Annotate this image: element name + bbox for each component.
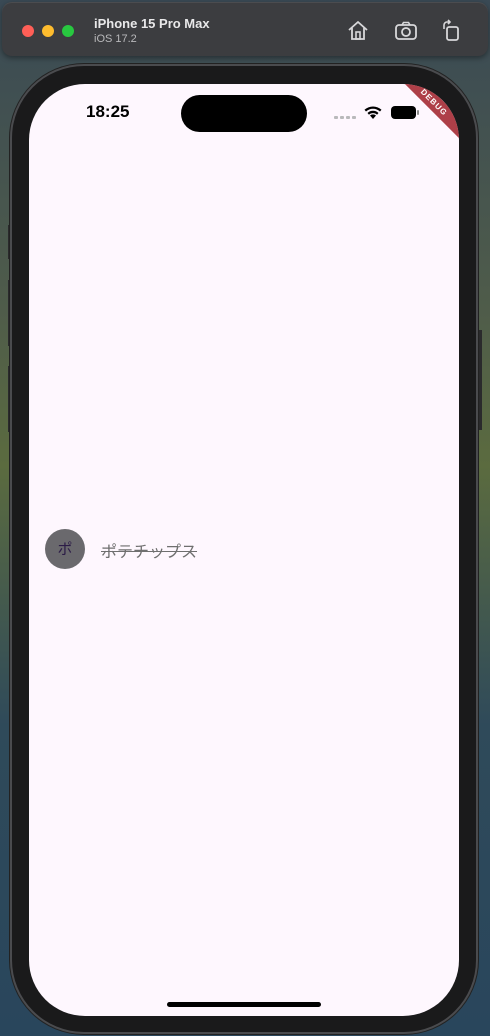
cellular-signal-icon <box>334 116 356 119</box>
home-button[interactable] <box>345 18 371 44</box>
wifi-icon <box>364 106 382 119</box>
rotate-button[interactable] <box>439 18 465 44</box>
status-bar-time: 18:25 <box>86 102 130 121</box>
home-indicator[interactable] <box>167 1002 321 1007</box>
screenshot-button[interactable] <box>393 18 419 44</box>
simulator-title-bar: iPhone 15 Pro Max iOS 17.2 <box>2 2 488 56</box>
list-item-title: ポテチップス <box>101 542 198 561</box>
device-name: iPhone 15 Pro Max <box>94 16 210 31</box>
screenshot-icon <box>395 21 417 40</box>
list-item[interactable]: ポ ポテチップス <box>29 518 459 578</box>
battery-icon <box>391 106 419 119</box>
zoom-window-button[interactable] <box>62 25 74 37</box>
power-button <box>478 330 482 430</box>
os-version: iOS 17.2 <box>94 33 137 45</box>
minimize-window-button[interactable] <box>42 25 54 37</box>
dynamic-island <box>181 95 307 132</box>
home-icon <box>348 21 368 40</box>
phone-screen: 18:25 DEBUG ポ ポテチップス <box>29 84 459 1016</box>
avatar: ポ <box>45 529 85 569</box>
rotate-icon <box>443 19 459 41</box>
close-window-button[interactable] <box>22 25 34 37</box>
